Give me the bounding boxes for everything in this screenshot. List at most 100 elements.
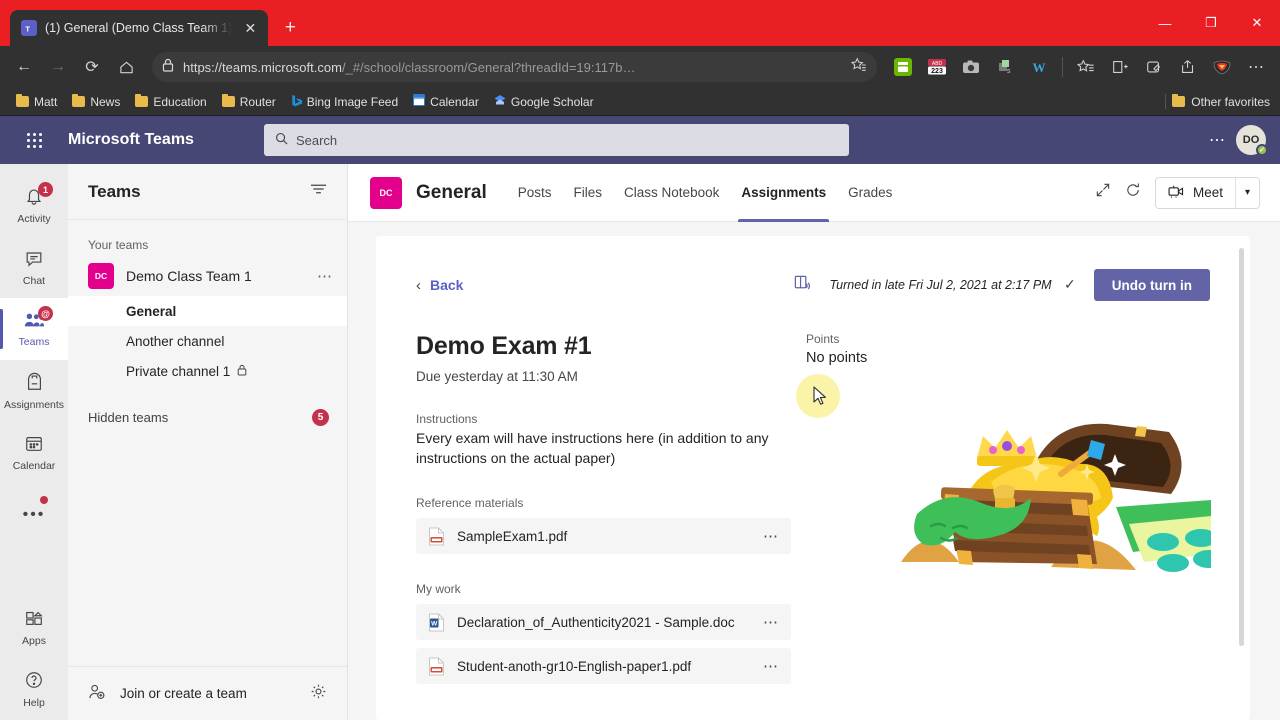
vertical-scrollbar[interactable] <box>1239 248 1244 646</box>
svg-text:T: T <box>25 24 30 33</box>
window-close-icon[interactable]: ✕ <box>1234 0 1280 46</box>
more-icon[interactable]: ⋯ <box>763 657 779 675</box>
undo-turn-in-button[interactable]: Undo turn in <box>1093 269 1210 301</box>
filter-icon[interactable] <box>310 182 327 201</box>
bookmark-education[interactable]: Education <box>129 93 212 111</box>
channel-item-private-channel-1[interactable]: Private channel 1 <box>68 356 347 386</box>
collections-icon[interactable] <box>1104 51 1136 83</box>
tab-assignments[interactable]: Assignments <box>730 164 837 222</box>
tab-posts[interactable]: Posts <box>507 164 563 222</box>
assignment-pane: ‹ Back Turned in late Fri Jul 2, 2021 at… <box>348 222 1280 720</box>
instructions-label: Instructions <box>416 412 478 426</box>
bookmark-matt[interactable]: Matt <box>10 93 63 111</box>
sidebar-item-label: Chat <box>22 274 46 287</box>
folder-icon <box>72 94 86 107</box>
sidebar-item-label: Help <box>23 696 45 709</box>
bookmark-google-scholar[interactable]: Google Scholar <box>488 92 600 111</box>
more-icon[interactable]: ⋯ <box>763 613 779 631</box>
close-icon[interactable]: ✕ <box>240 18 260 38</box>
chevron-left-icon: ‹ <box>416 276 421 294</box>
treasure-chest-illustration <box>901 423 1211 572</box>
abp-223-icon[interactable]: ABD 223 <box>921 51 953 83</box>
favorites-star-list-icon[interactable] <box>1070 51 1102 83</box>
lock-icon <box>237 364 247 379</box>
refresh-icon[interactable] <box>1125 182 1141 203</box>
channel-tabs: Posts Files Class Notebook Assignments G… <box>507 164 904 222</box>
backpack-icon <box>25 372 44 396</box>
wikipedia-w-icon[interactable]: W <box>1023 51 1055 83</box>
bookmark-label: Google Scholar <box>510 94 594 109</box>
app-launcher-icon[interactable] <box>0 132 68 148</box>
share-icon[interactable] <box>1172 51 1204 83</box>
bookmark-bing-image-feed[interactable]: Bing Image Feed <box>285 92 404 112</box>
favorite-star-icon[interactable] <box>850 57 867 78</box>
search-input[interactable]: Search <box>263 124 849 156</box>
more-icon[interactable]: ⋯ <box>763 527 779 545</box>
bookmark-router[interactable]: Router <box>216 93 282 111</box>
tab-grades[interactable]: Grades <box>837 164 903 222</box>
channel-item-another-channel[interactable]: Another channel <box>68 326 347 356</box>
sidebar-item-calendar[interactable]: Calendar <box>0 422 68 484</box>
channel-header-actions: Meet ▾ <box>1095 176 1260 209</box>
sidebar-item-assignments[interactable]: Assignments <box>0 360 68 422</box>
sidebar-item-teams[interactable]: @ Teams <box>0 298 68 360</box>
more-icon[interactable]: ⋯ <box>317 267 333 285</box>
camera-icon[interactable] <box>955 51 987 83</box>
reload-icon[interactable]: ⟳ <box>76 51 108 83</box>
pdf-file-icon <box>428 657 445 676</box>
gear-icon[interactable] <box>310 683 327 704</box>
chevron-down-icon[interactable]: ▾ <box>1234 177 1259 208</box>
tab-class-notebook[interactable]: Class Notebook <box>613 164 730 222</box>
back-icon[interactable]: ← <box>8 51 40 83</box>
bookmark-news[interactable]: News <box>66 93 126 111</box>
extension-icons: ABD 223 s W <box>887 51 1055 83</box>
presence-available-icon: ✓ <box>1256 144 1268 156</box>
tab-strip: T (1) General (Demo Class Team 1) ✕ + <box>10 0 304 46</box>
sidebar-item-chat[interactable]: Chat <box>0 236 68 298</box>
screenshot-icon[interactable] <box>1138 51 1170 83</box>
browser-tab[interactable]: T (1) General (Demo Class Team 1) ✕ <box>10 10 269 46</box>
bookmarks-bar: Matt News Education Router Bing Image Fe… <box>0 88 1280 116</box>
teams-header: Microsoft Teams Search ⋯ DO ✓ <box>0 116 1280 164</box>
video-camera-icon <box>1168 185 1185 201</box>
settings-more-icon[interactable]: ⋯ <box>1240 51 1272 83</box>
assignment-details: Demo Exam #1 Due yesterday at 11:30 AM I… <box>416 332 791 684</box>
superman-profile-icon[interactable] <box>1206 51 1238 83</box>
open-in-new-icon[interactable] <box>1095 182 1111 203</box>
my-work-file-row[interactable]: W Declaration_of_Authenticity2021 - Samp… <box>416 604 791 640</box>
other-favorites[interactable]: Other favorites <box>1165 94 1270 109</box>
bookmark-label: Calendar <box>430 94 479 109</box>
assignment-title: Demo Exam #1 <box>416 332 592 360</box>
browser-toolbar: ← → ⟳ https://teams.microsoft.com/_#/sch… <box>0 46 1280 88</box>
address-bar[interactable]: https://teams.microsoft.com/_#/school/cl… <box>152 52 877 82</box>
reference-file-row[interactable]: SampleExam1.pdf ⋯ <box>416 518 791 554</box>
team-row-demo-class-team-1[interactable]: DC Demo Class Team 1 ⋯ <box>68 256 347 296</box>
collections-green-icon[interactable] <box>887 51 919 83</box>
immersive-reader-icon[interactable] <box>793 274 811 297</box>
sticky-notes-icon[interactable]: s <box>989 51 1021 83</box>
minimize-icon[interactable]: — <box>1142 0 1188 46</box>
tab-files[interactable]: Files <box>563 164 614 222</box>
more-icon[interactable]: ⋯ <box>1209 130 1226 150</box>
back-button[interactable]: ‹ Back <box>416 277 463 294</box>
maximize-icon[interactable]: ❐ <box>1188 0 1234 46</box>
hidden-teams-row[interactable]: Hidden teams 5 <box>68 400 347 434</box>
bookmark-calendar[interactable]: Calendar <box>407 92 485 111</box>
avatar[interactable]: DO ✓ <box>1236 125 1268 156</box>
forward-icon[interactable]: → <box>42 51 74 83</box>
my-work-file-row[interactable]: Student-anoth-gr10-English-paper1.pdf ⋯ <box>416 648 791 684</box>
meet-button[interactable]: Meet ▾ <box>1154 176 1260 209</box>
sidebar-item-label: Teams <box>18 335 50 348</box>
home-icon[interactable] <box>110 51 142 83</box>
sidebar-item-apps[interactable]: Apps <box>0 596 68 658</box>
sidebar-item-activity[interactable]: 1 Activity <box>0 174 68 236</box>
sidebar-item-more[interactable]: ••• <box>0 484 68 546</box>
folder-icon <box>221 94 235 107</box>
svg-text:W: W <box>431 620 438 627</box>
new-tab-button[interactable]: + <box>276 14 304 42</box>
sidebar-item-help[interactable]: Help <box>0 658 68 720</box>
channel-title: General <box>416 181 487 203</box>
channel-item-general[interactable]: General <box>68 296 347 326</box>
join-or-create-team-label[interactable]: Join or create a team <box>120 686 247 701</box>
back-label: Back <box>430 277 464 293</box>
